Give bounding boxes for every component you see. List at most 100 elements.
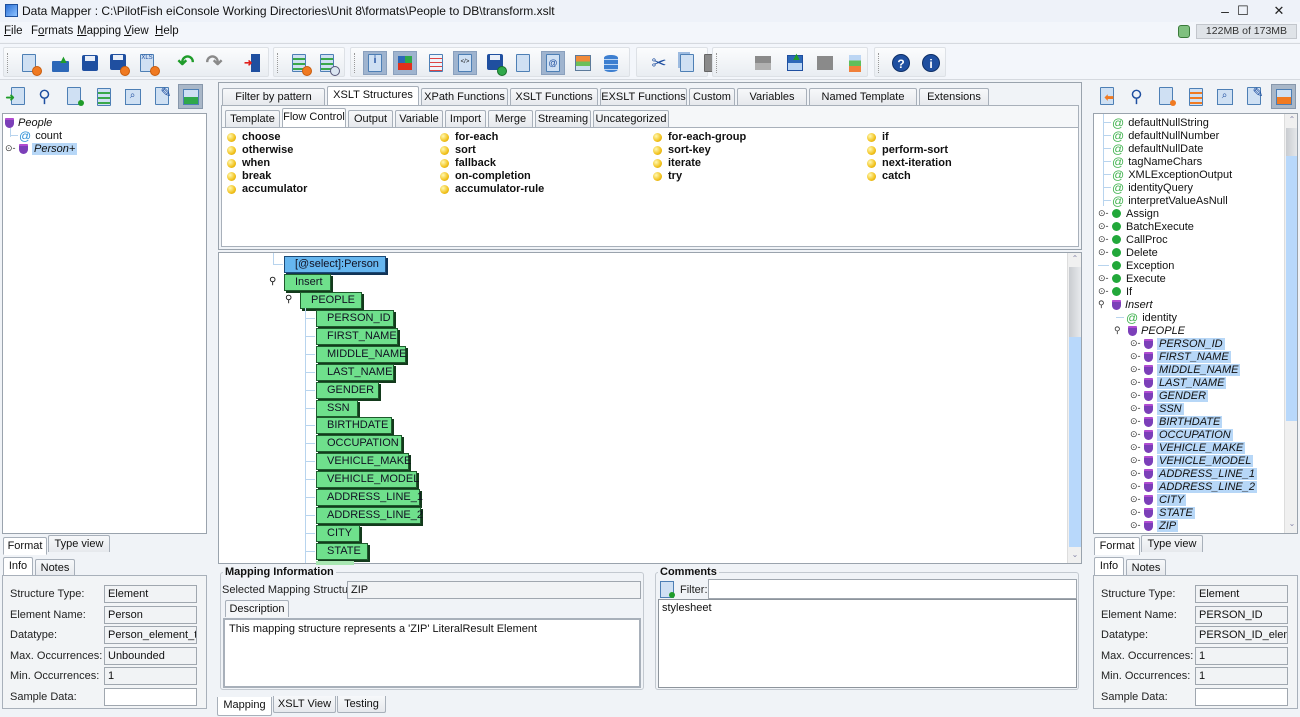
function-item[interactable]: on-completion (440, 170, 531, 182)
palette-subtab[interactable]: Streaming (535, 110, 591, 127)
menu-mapping[interactable]: Mapping (77, 25, 121, 37)
function-item[interactable]: sort-key (653, 144, 711, 156)
expand-icon[interactable]: ⊙- (1098, 234, 1109, 245)
left-info-field-value[interactable] (104, 687, 197, 706)
target-column[interactable]: ⊙- OCCUPATION (1130, 428, 1233, 441)
close-button[interactable]: ✕ (1262, 2, 1296, 20)
function-item[interactable]: sort (440, 144, 476, 156)
target-column[interactable]: ⊙- MIDDLE_NAME (1130, 363, 1241, 376)
save-test-button[interactable] (483, 51, 507, 76)
tab-xslt-view[interactable]: XSLT View (273, 696, 336, 713)
scroll-down-icon[interactable]: ⌄ (1069, 550, 1081, 562)
target-column[interactable]: ⊙- STATE (1130, 506, 1195, 519)
palette-subtab[interactable]: Output (348, 110, 393, 127)
collapse-icon[interactable]: ⚲ (1098, 299, 1109, 310)
palette-subtab[interactable]: Merge (488, 110, 533, 127)
color-blocks-button[interactable] (843, 51, 867, 75)
tree-node-count[interactable]: @ count (19, 129, 62, 143)
selected-structure-field[interactable]: ZIP (347, 581, 641, 599)
function-item[interactable]: catch (867, 170, 911, 182)
right-info-field-value[interactable] (1195, 687, 1288, 706)
about-button[interactable]: i (919, 51, 943, 75)
scrollbar-thumb[interactable] (1286, 128, 1297, 156)
function-item[interactable]: when (227, 157, 270, 169)
tab-info-left[interactable]: Info (3, 557, 33, 576)
palette-tab[interactable]: EXSLT Functions (600, 88, 687, 105)
function-item[interactable]: next-iteration (867, 157, 952, 169)
source-doc-button[interactable] (62, 84, 87, 109)
scrollbar-thumb[interactable] (1069, 267, 1081, 337)
expand-icon[interactable]: ⊙- (1130, 507, 1141, 518)
right-info-field-value[interactable]: Element (1195, 585, 1288, 603)
target-operation[interactable]: ⊙- If (1098, 285, 1132, 298)
column-node[interactable]: ADDRESS_LINE_2 (316, 506, 423, 524)
source-layout-button[interactable] (178, 84, 203, 109)
expand-icon[interactable]: ⊙- (1130, 442, 1141, 453)
scroll-down-icon[interactable]: ⌄ (1286, 519, 1297, 531)
palette-subtab[interactable]: Template (225, 110, 280, 127)
target-column[interactable]: ⊙- ZIP (1130, 519, 1179, 532)
column-node[interactable]: PERSON_ID (316, 310, 394, 327)
source-edit-button[interactable]: ✎ (150, 84, 175, 109)
tab-testing[interactable]: Testing (337, 696, 386, 713)
target-operation[interactable]: ⊙- Execute (1098, 272, 1166, 285)
target-column[interactable]: ⊙- LAST_NAME (1130, 376, 1227, 389)
tab-type-view-left[interactable]: Type view (48, 535, 110, 552)
menu-formats[interactable]: Formats (31, 25, 73, 37)
menu-help[interactable]: Help (155, 25, 179, 37)
copy-button[interactable] (675, 51, 699, 75)
palette-subtab[interactable]: Flow Control (282, 108, 346, 127)
target-table-people[interactable]: ⚲ PEOPLE (1114, 324, 1185, 337)
expand-icon[interactable]: ⊙- (1098, 286, 1109, 297)
tab-info-right[interactable]: Info (1094, 557, 1124, 576)
menu-view[interactable]: View (124, 25, 149, 37)
palette-tab[interactable]: XSLT Structures (327, 86, 419, 105)
tree-node-people[interactable]: People (5, 116, 52, 129)
palette-subtab[interactable]: Import (445, 110, 486, 127)
tab-format-right[interactable]: Format (1094, 537, 1140, 555)
target-doc-button[interactable] (1154, 84, 1179, 109)
add-target-button[interactable]: ⬅ (1095, 84, 1120, 109)
tree-node-person[interactable]: ⊙- Person+ (5, 142, 78, 155)
expand-icon[interactable]: ⊙- (1098, 273, 1109, 284)
add-comment-icon[interactable] (660, 581, 675, 598)
expand-icon[interactable]: ⊙- (1130, 416, 1141, 427)
expand-icon[interactable]: ⊙- (1130, 338, 1141, 349)
cut-button[interactable]: ✂ (647, 51, 671, 75)
expand-icon[interactable]: ⊙- (1098, 208, 1109, 219)
column-node[interactable]: ADDRESS_LINE_1 (316, 489, 423, 506)
column-node[interactable]: STATE (316, 542, 368, 560)
target-column[interactable]: ⊙- CITY (1130, 493, 1187, 506)
target-preview-button[interactable]: ⌕ (1212, 84, 1237, 109)
search-source-button[interactable]: ⚲ (32, 84, 57, 109)
select-node[interactable]: [@select]:Person (284, 256, 386, 273)
target-attribute[interactable]: @ defaultNullNumber (1112, 129, 1219, 143)
expand-icon[interactable]: ⊙- (1130, 429, 1141, 440)
xslt-view-button[interactable]: </> (453, 51, 477, 75)
target-column[interactable]: ⊙- GENDER (1130, 389, 1209, 402)
target-operation[interactable]: ⊙- CallProc (1098, 233, 1168, 246)
column-node[interactable]: OCCUPATION (316, 435, 402, 453)
function-item[interactable]: choose (227, 131, 281, 143)
right-info-field-value[interactable]: PERSON_ID (1195, 605, 1288, 624)
column-node[interactable]: LAST_NAME (316, 363, 394, 381)
comment-item[interactable]: stylesheet (662, 602, 1073, 614)
column-node[interactable]: FIRST_NAME (316, 327, 398, 345)
color-view-button[interactable] (393, 51, 417, 75)
target-list-button[interactable] (1183, 84, 1208, 109)
add-source-button[interactable]: ➜ (3, 84, 28, 109)
expand-icon[interactable]: ⊙- (1130, 481, 1141, 492)
search-target-button[interactable]: ⚲ (1124, 84, 1149, 109)
right-info-field-value[interactable]: 1 (1195, 667, 1288, 685)
new-xls-button[interactable]: XLS (136, 51, 160, 76)
expand-icon[interactable]: ⊙- (1130, 520, 1141, 531)
left-info-field-value[interactable]: 1 (104, 667, 197, 685)
right-info-field-value[interactable]: 1 (1195, 646, 1288, 665)
target-attribute[interactable]: @ interpretValueAsNull (1112, 194, 1228, 208)
canvas-scrollbar[interactable]: ⌃ ⌄ (1067, 253, 1081, 563)
expand-icon[interactable]: ⊙- (1098, 247, 1109, 258)
move-up-button[interactable] (751, 51, 775, 75)
expand-icon[interactable]: ⊙- (5, 143, 16, 154)
palette-tab[interactable]: XPath Functions (421, 88, 508, 105)
expand-icon[interactable]: ⊙- (1130, 403, 1141, 414)
